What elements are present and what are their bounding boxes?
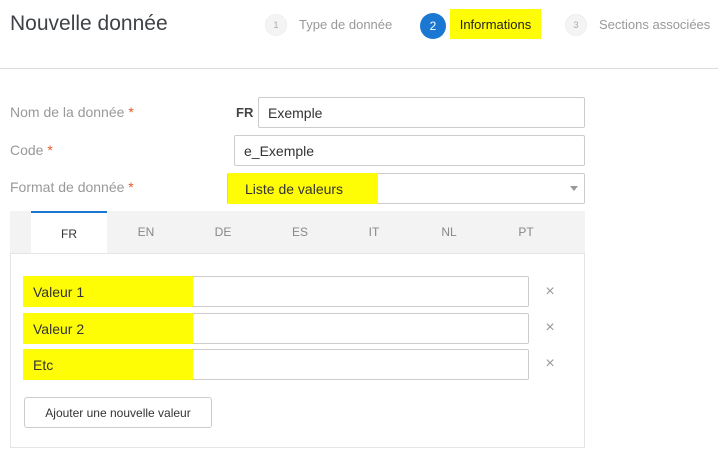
step-3-number[interactable]: 3 bbox=[565, 14, 587, 36]
name-label-text: Nom de la donnée bbox=[10, 104, 125, 120]
value-input-1[interactable]: Valeur 1 bbox=[23, 276, 529, 307]
tab-en[interactable]: EN bbox=[108, 211, 184, 253]
format-select[interactable]: Liste de valeurs bbox=[227, 173, 585, 204]
header-divider bbox=[0, 68, 718, 69]
step-2-number[interactable]: 2 bbox=[420, 13, 446, 39]
step-2-label[interactable]: Informations bbox=[450, 9, 541, 39]
step-1-label[interactable]: Type de donnée bbox=[299, 17, 392, 32]
name-label: Nom de la donnée * bbox=[10, 104, 134, 120]
remove-value-1-close-icon[interactable]: × bbox=[543, 283, 557, 301]
add-value-button[interactable]: Ajouter une nouvelle valeur bbox=[24, 397, 212, 428]
code-input[interactable]: e_Exemple bbox=[234, 135, 585, 166]
tab-it[interactable]: IT bbox=[336, 211, 412, 253]
tab-pt[interactable]: PT bbox=[488, 211, 564, 253]
format-label-text: Format de donnée bbox=[10, 179, 125, 195]
remove-value-2-close-icon[interactable]: × bbox=[543, 319, 557, 337]
tab-fr[interactable]: FR bbox=[31, 211, 107, 254]
value-text: Etc bbox=[33, 356, 54, 373]
code-label-text: Code bbox=[10, 142, 44, 158]
step-1-number[interactable]: 1 bbox=[265, 14, 287, 36]
required-mark: * bbox=[47, 142, 53, 158]
value-input-2[interactable]: Valeur 2 bbox=[23, 313, 529, 344]
value-text: Valeur 2 bbox=[33, 320, 85, 337]
page-title: Nouvelle donnée bbox=[10, 12, 168, 35]
required-mark: * bbox=[128, 104, 134, 120]
language-tabs: FR EN DE ES IT NL PT bbox=[10, 211, 585, 254]
step-3-label[interactable]: Sections associées bbox=[599, 17, 710, 32]
name-input[interactable]: Exemple bbox=[258, 97, 585, 128]
required-mark: * bbox=[128, 179, 134, 195]
code-label: Code * bbox=[10, 142, 53, 158]
tab-de[interactable]: DE bbox=[185, 211, 261, 253]
format-label: Format de donnée * bbox=[10, 179, 134, 195]
name-lang-prefix: FR bbox=[236, 105, 254, 120]
name-input-value: Exemple bbox=[268, 104, 323, 121]
tab-nl[interactable]: NL bbox=[411, 211, 487, 253]
format-select-value: Liste de valeurs bbox=[245, 180, 344, 197]
chevron-down-icon bbox=[570, 186, 578, 191]
code-input-value: e_Exemple bbox=[244, 142, 315, 159]
tab-es[interactable]: ES bbox=[262, 211, 338, 253]
value-text: Valeur 1 bbox=[33, 283, 85, 300]
remove-value-3-close-icon[interactable]: × bbox=[543, 355, 557, 373]
value-input-3[interactable]: Etc bbox=[23, 349, 529, 380]
